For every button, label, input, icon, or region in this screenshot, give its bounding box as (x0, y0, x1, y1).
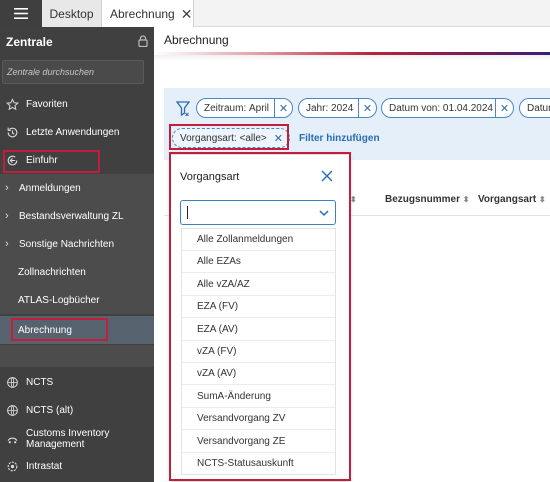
sidebar-item-bestandsverwaltung[interactable]: › Bestandsverwaltung ZL (0, 202, 154, 230)
dropdown-option[interactable]: Alle EZAs (182, 251, 335, 274)
sort-icon[interactable]: ⬍ (539, 195, 546, 204)
sidebar: Zentrale Zentrale durchsuchen Favoriten … (0, 27, 154, 482)
chevron-right-icon: › (5, 210, 9, 222)
sidebar-item-sonstige-nachrichten[interactable]: › Sonstige Nachrichten (0, 230, 154, 258)
vorgangsart-select-input[interactable] (180, 200, 336, 225)
close-icon[interactable] (321, 170, 333, 185)
add-filter-link[interactable]: Filter hinzufügen (299, 133, 380, 144)
filter-chip-datum[interactable]: Datum (519, 98, 550, 118)
globe-icon (5, 375, 19, 389)
sidebar-item-label: Letzte Anwendungen (26, 126, 120, 138)
sidebar-item-label: NCTS (alt) (26, 404, 74, 416)
remove-filter-icon[interactable]: ✕ (358, 99, 376, 117)
top-tab-bar: Desktop Abrechnung ✕ (0, 0, 550, 27)
dropdown-option[interactable]: SumA-Änderung (182, 386, 335, 408)
chevron-down-icon[interactable] (319, 208, 329, 220)
menu-icon[interactable] (0, 0, 42, 27)
sidebar-item-letzte-anwendungen[interactable]: Letzte Anwendungen (0, 118, 154, 146)
filter-chip-jahr[interactable]: Jahr: 2024 ✕ (298, 98, 377, 118)
remove-filter-icon[interactable]: ✕ (495, 99, 513, 117)
star-icon (5, 97, 19, 111)
sidebar-item-label: Anmeldungen (19, 182, 81, 194)
sort-icon[interactable]: ⬍ (350, 195, 357, 204)
header-shadow (154, 55, 550, 61)
sidebar-item-label: Zollnachrichten (18, 266, 86, 278)
tab-abrechnung-label: Abrechnung (110, 6, 175, 21)
dropdown-option[interactable]: Versandvorgang ZV (182, 408, 335, 431)
chevron-right-icon: › (5, 238, 9, 250)
sidebar-item-label: Favoriten (26, 98, 68, 110)
sidebar-item-label: Intrastat (26, 460, 63, 472)
dropdown-option[interactable]: EZA (AV) (182, 319, 335, 341)
tab-desktop-label: Desktop (49, 6, 94, 21)
sidebar-item-anmeldungen[interactable]: › Anmeldungen (0, 174, 154, 202)
sidebar-item-abrechnung[interactable]: Abrechnung (0, 316, 154, 344)
sidebar-title: Zentrale (6, 35, 53, 49)
column-header-partial[interactable]: ⬍ (350, 194, 357, 205)
chip-label: Datum (527, 102, 550, 114)
chip-label: Vorgangsart: (180, 132, 237, 144)
dropdown-option[interactable]: Alle Zollanmeldungen (182, 229, 335, 251)
column-header-bezugsnummer[interactable]: Bezugsnummer ⬍ (385, 194, 470, 205)
sidebar-item-favoriten[interactable]: Favoriten (0, 90, 154, 118)
dropdown-option[interactable]: Versandvorgang ZE (182, 431, 335, 453)
sidebar-item-label: Customs Inventory Management (26, 428, 110, 450)
sidebar-item-einfuhr[interactable]: Einfuhr (0, 146, 154, 174)
cim-icon (5, 432, 19, 446)
text-caret (187, 206, 188, 219)
sidebar-item-customs-inventory-management[interactable]: Customs Inventory Management (0, 424, 154, 454)
sidebar-item-atlas-logbuecher[interactable]: ATLAS-Logbücher (0, 286, 154, 314)
intrastat-icon (5, 459, 19, 473)
column-header-vorgangsart[interactable]: Vorgangsart ⬍ (478, 194, 546, 205)
column-header-label: Bezugsnummer (385, 194, 461, 205)
dropdown-option[interactable]: EZA (FV) (182, 296, 335, 319)
sidebar-item-label: Sonstige Nachrichten (19, 238, 115, 250)
page-title: Abrechnung (164, 33, 229, 47)
dropdown-option[interactable]: vZA (AV) (182, 363, 335, 386)
dropdown-options-list: Alle Zollanmeldungen Alle EZAs Alle vZA/… (181, 228, 336, 475)
chip-label: Zeitraum: (204, 102, 247, 114)
chip-label: Jahr: (306, 102, 329, 114)
sidebar-item-label: ATLAS-Logbücher (18, 294, 100, 306)
chip-value: 2024 (331, 102, 354, 114)
sidebar-item-zollnachrichten[interactable]: Zollnachrichten (0, 258, 154, 286)
sidebar-item-label: Einfuhr (26, 154, 58, 166)
dropdown-title: Vorgangsart (180, 171, 240, 183)
sidebar-item-label: NCTS (26, 376, 54, 388)
globe-icon (5, 403, 19, 417)
history-icon (5, 125, 19, 139)
sort-icon[interactable]: ⬍ (463, 195, 470, 204)
dropdown-option[interactable]: Alle vZA/AZ (182, 274, 335, 296)
sidebar-item-ncts[interactable]: NCTS (0, 368, 154, 396)
sidebar-item-label: Abrechnung (18, 324, 72, 336)
dropdown-option[interactable]: NCTS-Statusauskunft (182, 453, 335, 474)
tab-abrechnung[interactable]: Abrechnung ✕ (102, 0, 194, 27)
remove-filter-icon[interactable]: ✕ (274, 99, 292, 117)
close-icon[interactable]: ✕ (181, 7, 193, 21)
chip-value: <alle> (239, 132, 267, 144)
filter-chip-vorgangsart[interactable]: Vorgangsart: <alle> ✕ (172, 128, 290, 148)
sidebar-item-intrastat[interactable]: Intrastat (0, 452, 154, 480)
column-header-label: Vorgangsart (478, 194, 537, 205)
chevron-right-icon: › (5, 182, 9, 194)
import-icon (5, 153, 19, 167)
filter-chip-zeitraum[interactable]: Zeitraum: April ✕ (196, 98, 293, 118)
lock-icon[interactable] (138, 35, 148, 50)
filter-chip-datum-von[interactable]: Datum von: 01.04.2024 ✕ (381, 98, 514, 118)
tab-desktop[interactable]: Desktop (42, 0, 102, 27)
sidebar-item-ncts-alt[interactable]: NCTS (alt) (0, 396, 154, 424)
remove-filter-icon[interactable]: ✕ (274, 132, 283, 145)
sidebar-search-input[interactable]: Zentrale durchsuchen (2, 60, 144, 84)
chip-label: Datum von: (389, 102, 441, 114)
filter-icon[interactable] (175, 101, 191, 119)
sidebar-group-end (0, 345, 154, 367)
sidebar-item-label: Bestandsverwaltung ZL (19, 210, 124, 222)
dropdown-option[interactable]: vZA (FV) (182, 341, 335, 363)
chip-value: 01.04.2024 (442, 102, 493, 114)
chip-value: April (249, 102, 270, 114)
